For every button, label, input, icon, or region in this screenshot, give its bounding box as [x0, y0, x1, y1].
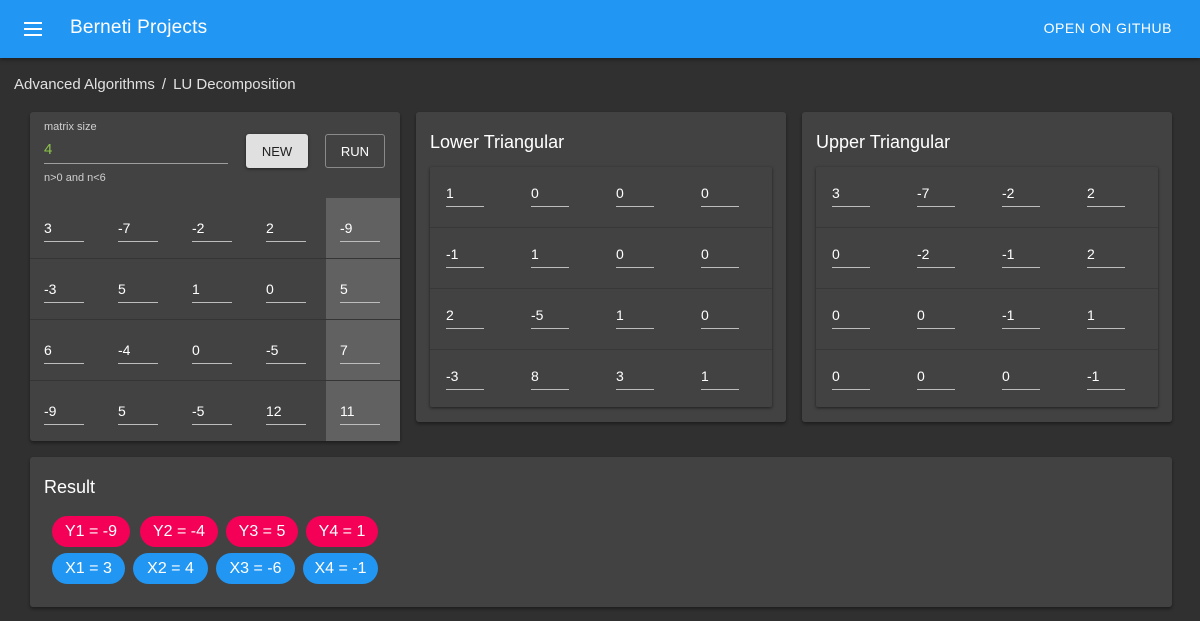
- result-chip-y: Y1 = -9: [52, 516, 130, 547]
- matrix-size-hint: n>0 and n<6: [44, 172, 106, 184]
- rhs-cell-input[interactable]: 7: [340, 342, 380, 364]
- breadcrumb: Advanced Algorithms / LU Decomposition: [14, 76, 296, 93]
- upper-triangular-card: Upper Triangular 3 -7 -2 2 0 -2 -1 2 0 0 -1 1 0 0 0 -1: [802, 112, 1172, 422]
- rhs-cell-input[interactable]: 11: [340, 403, 380, 425]
- lower-matrix-cell: 0: [701, 185, 739, 207]
- lower-matrix-cell: 1: [616, 307, 654, 329]
- lower-matrix-cell: 1: [701, 368, 739, 390]
- breadcrumb-item-advanced-algorithms[interactable]: Advanced Algorithms: [14, 76, 155, 93]
- lower-matrix-cell: 0: [616, 185, 654, 207]
- matrix-cell-input[interactable]: -2: [192, 220, 232, 242]
- menu-icon[interactable]: [20, 17, 46, 41]
- upper-matrix-cell: 0: [917, 307, 955, 329]
- run-button[interactable]: RUN: [325, 134, 385, 168]
- lower-matrix-cell: 1: [531, 246, 569, 268]
- matrix-cell-input[interactable]: 0: [192, 342, 232, 364]
- upper-matrix-row: 0 -2 -1 2: [816, 228, 1158, 289]
- new-button[interactable]: NEW: [246, 134, 308, 168]
- result-title: Result: [44, 477, 96, 497]
- result-chip-x: X3 = -6: [216, 553, 295, 584]
- lower-matrix-panel: 1 0 0 0 -1 1 0 0 2 -5 1 0 -3 8 3 1: [430, 167, 772, 407]
- rhs-cell-input[interactable]: 5: [340, 281, 380, 303]
- lower-matrix-row: -3 8 3 1: [430, 350, 772, 411]
- upper-matrix-row: 0 0 -1 1: [816, 289, 1158, 350]
- result-chip-y: Y2 = -4: [140, 516, 218, 547]
- lower-triangular-title: Lower Triangular: [430, 132, 565, 152]
- matrix-cell-input[interactable]: -4: [118, 342, 158, 364]
- upper-matrix-row: 3 -7 -2 2: [816, 167, 1158, 228]
- matrix-cell-input[interactable]: 0: [266, 281, 306, 303]
- upper-matrix-cell: 1: [1087, 307, 1125, 329]
- result-card: Result Y1 = -9 Y2 = -4 Y3 = 5 Y4 = 1 X1 = 3 X…: [30, 457, 1172, 607]
- matrix-cell-input[interactable]: 5: [118, 403, 158, 425]
- result-chip-y: Y3 = 5: [226, 516, 298, 547]
- matrix-cell-input[interactable]: -7: [118, 220, 158, 242]
- lower-matrix-cell: 1: [446, 185, 484, 207]
- open-on-github-button[interactable]: OPEN ON GITHUB: [1044, 20, 1172, 36]
- upper-matrix-cell: 2: [1087, 185, 1125, 207]
- breadcrumb-item-lu-decomposition: LU Decomposition: [173, 76, 296, 93]
- upper-matrix-panel: 3 -7 -2 2 0 -2 -1 2 0 0 -1 1 0 0 0 -1: [816, 167, 1158, 407]
- upper-matrix-cell: -2: [1002, 185, 1040, 207]
- upper-matrix-cell: -1: [1002, 246, 1040, 268]
- lower-matrix-cell: 8: [531, 368, 569, 390]
- matrix-cell-input[interactable]: -5: [192, 403, 232, 425]
- input-matrix-row: -3 5 1 0 5: [30, 259, 400, 320]
- result-chip-x: X1 = 3: [52, 553, 125, 584]
- matrix-cell-input[interactable]: 5: [118, 281, 158, 303]
- app-bar: Berneti Projects OPEN ON GITHUB: [0, 0, 1200, 58]
- matrix-cell-input[interactable]: 12: [266, 403, 306, 425]
- result-chip-x: X4 = -1: [303, 553, 378, 584]
- lower-matrix-cell: -5: [531, 307, 569, 329]
- upper-matrix-cell: 0: [1002, 368, 1040, 390]
- lower-matrix-cell: 3: [616, 368, 654, 390]
- lower-matrix-cell: 0: [701, 307, 739, 329]
- lower-triangular-card: Lower Triangular 1 0 0 0 -1 1 0 0 2 -5 1 0 -3 8 3 1: [416, 112, 786, 422]
- upper-matrix-cell: -7: [917, 185, 955, 207]
- upper-matrix-cell: -1: [1002, 307, 1040, 329]
- result-chip-y: Y4 = 1: [306, 516, 378, 547]
- matrix-cell-input[interactable]: -5: [266, 342, 306, 364]
- matrix-size-label: matrix size: [44, 121, 97, 133]
- matrix-size-input[interactable]: 4: [44, 140, 228, 164]
- lower-matrix-row: -1 1 0 0: [430, 228, 772, 289]
- input-matrix-grid: 3 -7 -2 2 -9 -3 5 1 0 5 6 -4 0 -5 7 -9 5 -5 12 11: [30, 198, 400, 442]
- lower-matrix-row: 1 0 0 0: [430, 167, 772, 228]
- upper-matrix-cell: 0: [832, 246, 870, 268]
- upper-matrix-cell: 0: [832, 307, 870, 329]
- lower-matrix-row: 2 -5 1 0: [430, 289, 772, 350]
- matrix-cell-input[interactable]: -9: [44, 403, 84, 425]
- input-matrix-row: 3 -7 -2 2 -9: [30, 198, 400, 259]
- upper-matrix-cell: 2: [1087, 246, 1125, 268]
- upper-matrix-cell: -1: [1087, 368, 1125, 390]
- app-title: Berneti Projects: [70, 17, 208, 38]
- upper-matrix-cell: 0: [832, 368, 870, 390]
- lower-matrix-cell: 0: [701, 246, 739, 268]
- lower-matrix-cell: -3: [446, 368, 484, 390]
- input-matrix-row: -9 5 -5 12 11: [30, 381, 400, 442]
- upper-matrix-cell: -2: [917, 246, 955, 268]
- matrix-cell-input[interactable]: 3: [44, 220, 84, 242]
- matrix-cell-input[interactable]: 6: [44, 342, 84, 364]
- matrix-cell-input[interactable]: 2: [266, 220, 306, 242]
- upper-matrix-cell: 3: [832, 185, 870, 207]
- matrix-cell-input[interactable]: 1: [192, 281, 232, 303]
- upper-matrix-cell: 0: [917, 368, 955, 390]
- breadcrumb-separator: /: [161, 76, 167, 93]
- input-matrix-card: matrix size 4 n>0 and n<6 NEW RUN 3 -7 -2 2…: [30, 112, 400, 441]
- input-matrix-row: 6 -4 0 -5 7: [30, 320, 400, 381]
- lower-matrix-cell: 0: [531, 185, 569, 207]
- upper-triangular-title: Upper Triangular: [816, 132, 951, 152]
- result-chip-x: X2 = 4: [133, 553, 208, 584]
- lower-matrix-cell: -1: [446, 246, 484, 268]
- upper-matrix-row: 0 0 0 -1: [816, 350, 1158, 411]
- lower-matrix-cell: 2: [446, 307, 484, 329]
- lower-matrix-cell: 0: [616, 246, 654, 268]
- rhs-cell-input[interactable]: -9: [340, 220, 380, 242]
- matrix-cell-input[interactable]: -3: [44, 281, 84, 303]
